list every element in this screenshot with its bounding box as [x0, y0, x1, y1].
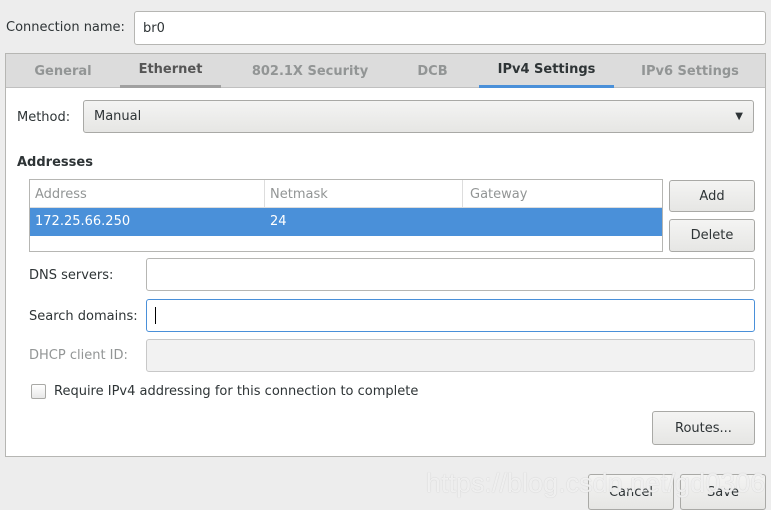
- tab-8021x-security[interactable]: 802.1X Security: [240, 54, 380, 88]
- routes-button[interactable]: Routes...: [652, 411, 755, 445]
- dhcp-client-id-label: DHCP client ID:: [29, 348, 128, 363]
- dns-input[interactable]: [146, 258, 755, 291]
- save-button[interactable]: Save: [680, 474, 766, 510]
- table-row[interactable]: 172.25.66.250 24: [30, 208, 662, 236]
- delete-button[interactable]: Delete: [669, 219, 755, 252]
- tab-general[interactable]: General: [20, 54, 106, 88]
- method-label: Method:: [17, 110, 71, 125]
- tab-label: General: [34, 63, 92, 79]
- dns-label: DNS servers:: [29, 268, 114, 283]
- connection-name-input[interactable]: br0: [134, 11, 766, 45]
- column-gateway[interactable]: Gateway: [463, 180, 662, 207]
- tab-label: IPv6 Settings: [641, 63, 739, 79]
- column-address[interactable]: Address: [30, 180, 265, 207]
- addresses-table: Address Netmask Gateway 172.25.66.250 24: [29, 179, 663, 252]
- method-dropdown[interactable]: Manual ▼: [83, 100, 754, 133]
- addresses-heading: Addresses: [17, 155, 93, 170]
- column-netmask[interactable]: Netmask: [265, 180, 463, 207]
- connection-name-label: Connection name:: [6, 20, 125, 35]
- dhcp-client-id-input: [146, 339, 755, 372]
- tab-ipv6-settings[interactable]: IPv6 Settings: [625, 54, 755, 88]
- cell-netmask[interactable]: 24: [265, 208, 463, 236]
- cancel-button[interactable]: Cancel: [588, 474, 674, 510]
- cell-address[interactable]: 172.25.66.250: [30, 208, 265, 236]
- text-cursor: [155, 307, 156, 324]
- add-button[interactable]: Add: [669, 180, 755, 212]
- tab-label: IPv4 Settings: [497, 62, 596, 77]
- require-ipv4-checkbox[interactable]: [31, 384, 46, 399]
- search-domains-input[interactable]: [146, 299, 755, 332]
- require-ipv4-label[interactable]: Require IPv4 addressing for this connect…: [54, 384, 418, 399]
- tab-ipv4-settings[interactable]: IPv4 Settings: [479, 54, 614, 88]
- tab-label: DCB: [417, 63, 448, 79]
- search-domains-label: Search domains:: [29, 309, 138, 324]
- tab-dcb[interactable]: DCB: [395, 54, 470, 88]
- tab-ethernet[interactable]: Ethernet: [120, 54, 221, 88]
- table-header: Address Netmask Gateway: [30, 180, 662, 208]
- cell-gateway[interactable]: [463, 208, 662, 236]
- tab-label: Ethernet: [138, 62, 203, 77]
- tab-label: 802.1X Security: [251, 63, 369, 79]
- dropdown-arrow-icon: ▼: [735, 111, 743, 122]
- connection-name-value: br0: [143, 20, 165, 36]
- method-value: Manual: [94, 109, 142, 124]
